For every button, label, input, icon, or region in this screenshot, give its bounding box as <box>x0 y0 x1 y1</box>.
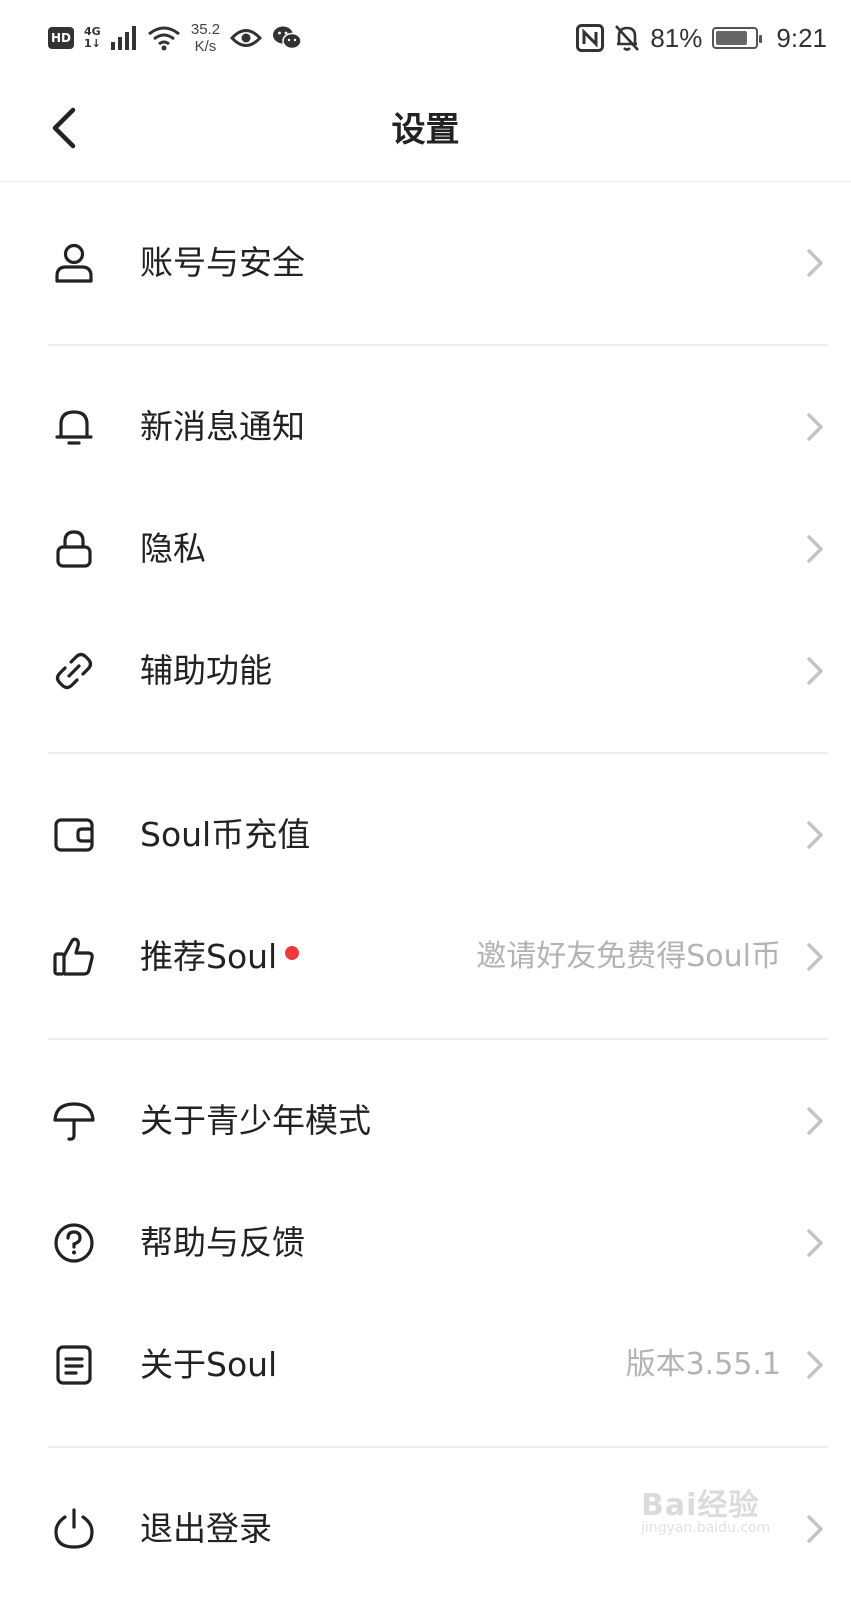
network-speed: 35.2 K/s <box>191 21 220 55</box>
row-sub: 邀请好友免费得Soul币 <box>476 939 781 974</box>
chevron-right-icon <box>807 943 823 971</box>
back-button[interactable] <box>36 100 92 156</box>
row-about[interactable]: 关于Soul 版本3.55.1 <box>0 1304 851 1426</box>
network-type: 4G 1↓ <box>84 26 101 50</box>
row-label: 退出登录 <box>140 1509 272 1548</box>
signal-icon <box>110 26 136 50</box>
chevron-right-icon <box>807 657 823 685</box>
bell-icon <box>52 405 96 449</box>
row-recommend[interactable]: 推荐Soul 邀请好友免费得Soul币 <box>0 896 851 1018</box>
row-label: Soul币充值 <box>140 815 311 854</box>
hd-badge: HD <box>48 27 74 49</box>
link-icon <box>52 649 96 693</box>
chevron-right-icon <box>807 249 823 277</box>
watermark: Bai经验 jingyan.baidu.com <box>641 1480 791 1540</box>
settings-list: 账号与安全 新消息通知 隐私 辅助功能 Soul币充值 推荐Soul 邀请好友免… <box>0 182 851 1590</box>
chevron-left-icon <box>52 107 76 149</box>
network-speed-value: 35.2 <box>190 21 221 38</box>
header: 设置 <box>0 78 851 182</box>
version-text: 版本3.55.1 <box>625 1347 781 1382</box>
row-label: 推荐Soul <box>140 896 300 1018</box>
wifi-icon <box>147 26 180 51</box>
battery-percent: 81% <box>650 22 703 53</box>
chevron-right-icon <box>807 413 823 441</box>
wechat-icon <box>273 26 302 50</box>
new-dot-badge <box>285 945 300 960</box>
chevron-right-icon <box>807 535 823 563</box>
lock-icon <box>52 527 96 571</box>
umbrella-icon <box>52 1099 96 1143</box>
eye-icon <box>230 29 263 47</box>
row-coin-recharge[interactable]: Soul币充值 <box>0 774 851 896</box>
user-icon <box>52 241 96 285</box>
row-label: 关于青少年模式 <box>140 1101 371 1140</box>
network-speed-unit: K/s <box>194 38 217 55</box>
status-bar: HD 4G 1↓ 35.2 K/s 81% 9:21 <box>0 0 851 78</box>
chevron-right-icon <box>807 821 823 849</box>
row-label: 隐私 <box>140 529 206 568</box>
chevron-right-icon <box>807 1107 823 1135</box>
row-help-feedback[interactable]: 帮助与反馈 <box>0 1182 851 1304</box>
row-label: 账号与安全 <box>140 243 305 282</box>
row-notifications[interactable]: 新消息通知 <box>0 366 851 488</box>
watermark-text: Bai经验 <box>641 1488 760 1523</box>
row-label: 辅助功能 <box>140 651 272 690</box>
row-teen-mode[interactable]: 关于青少年模式 <box>0 1060 851 1182</box>
network-type-bottom: 1↓ <box>84 37 101 50</box>
chevron-right-icon <box>807 1229 823 1257</box>
row-privacy[interactable]: 隐私 <box>0 488 851 610</box>
status-time: 9:21 <box>776 22 827 53</box>
settings-screen: HD 4G 1↓ 35.2 K/s 81% 9:21 设置 账号与安全 新消息通… <box>0 0 851 1600</box>
mute-bell-icon <box>615 25 640 51</box>
watermark-sub: jingyan.baidu.com <box>641 1520 771 1536</box>
row-account-security[interactable]: 账号与安全 <box>0 202 851 324</box>
row-label-text: 推荐Soul <box>140 937 278 976</box>
status-right: 81% 9:21 <box>576 16 827 60</box>
battery-icon <box>712 27 763 49</box>
battery-fill <box>716 31 748 45</box>
row-label: 帮助与反馈 <box>140 1223 305 1262</box>
nfc-icon <box>576 24 605 52</box>
row-label: 关于Soul <box>140 1345 278 1384</box>
power-icon <box>52 1507 96 1551</box>
thumbs-up-icon <box>52 935 96 979</box>
chevron-right-icon <box>807 1351 823 1379</box>
status-left: HD 4G 1↓ 35.2 K/s <box>48 16 302 60</box>
question-circle-icon <box>52 1221 96 1265</box>
wallet-icon <box>52 813 96 857</box>
chevron-right-icon <box>807 1515 823 1543</box>
page-title: 设置 <box>391 110 460 150</box>
row-label: 新消息通知 <box>140 407 305 446</box>
row-accessibility[interactable]: 辅助功能 <box>0 610 851 732</box>
document-icon <box>52 1343 96 1387</box>
